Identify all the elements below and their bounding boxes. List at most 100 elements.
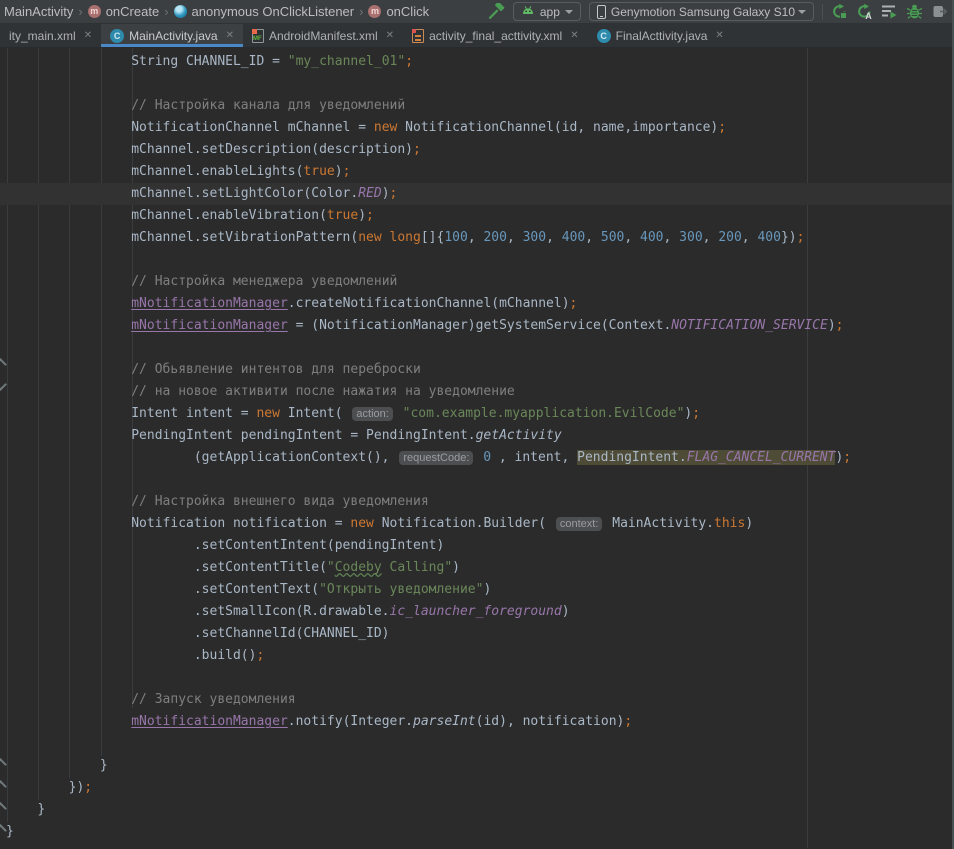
tab-close-icon[interactable]: ✕ [715,30,723,41]
run-config-selector[interactable]: app [513,2,581,21]
param-hint: requestCode: [399,451,473,465]
code-line[interactable] [6,73,952,95]
android-studio-window: MainActivity›monCreate›anonymous OnClick… [0,0,954,849]
code-line[interactable]: NotificationChannel mChannel = new Notif… [6,117,952,139]
code-line[interactable]: // Настройка внешнего вида уведомления [6,491,952,513]
code-line[interactable]: String CHANNEL_ID = "my_channel_01"; [6,51,952,73]
tab-activity_final_acttivity.xml[interactable]: activity_final_acttivity.xml✕ [403,24,588,47]
tab-MainActivity.java[interactable]: CMainActivity.java✕ [101,24,243,47]
code-line[interactable]: .build(); [6,645,952,667]
code-line[interactable]: mChannel.enableVibration(true); [6,205,952,227]
code-token: " [327,560,335,575]
code-line[interactable]: }); [6,777,952,799]
breadcrumb-label: MainActivity [4,4,73,19]
code-line[interactable]: .setSmallIcon(R.drawable.ic_launcher_for… [6,601,952,623]
code-token: ; [836,318,844,333]
breadcrumb-item[interactable]: m onClick [366,4,431,19]
tab-AndroidManifest.xml[interactable]: MFAndroidManifest.xml✕ [243,24,403,47]
code-line[interactable]: // Обьявление интентов для переброски [6,359,952,381]
attach-debugger-icon[interactable] [931,3,948,20]
android-head-icon [521,4,535,19]
code-line[interactable]: } [6,755,952,777]
code-line[interactable]: // Настройка менеджера уведомлений [6,271,952,293]
code-line[interactable]: // Запуск уведомления [6,689,952,711]
code-line[interactable]: .setContentText("Открыть уведомление") [6,579,952,601]
apply-changes-icon[interactable] [831,3,848,20]
code-line[interactable] [6,337,952,359]
code-line[interactable]: PendingIntent pendingIntent = PendingInt… [6,425,952,447]
code-token: "my_channel_01" [288,54,405,69]
code-token: ) [335,164,343,179]
code-line[interactable] [6,733,952,755]
breadcrumb-item[interactable]: MainActivity [2,4,75,19]
code-line[interactable]: } [6,821,952,843]
tab-FinalActtivity.java[interactable]: CFinalActtivity.java✕ [588,24,733,47]
profiler-icon[interactable] [881,3,898,20]
code-token: this [714,516,745,531]
code-line[interactable] [6,249,952,271]
code-line[interactable]: Intent intent = new Intent( action: "com… [6,403,952,425]
code-token: ; [405,54,413,69]
code-line[interactable] [6,667,952,689]
code-line[interactable]: } [6,799,952,821]
tab-close-icon[interactable]: ✕ [226,30,234,41]
code-editor[interactable]: String CHANNEL_ID = "my_channel_01"; // … [0,48,952,848]
code-token: ; [797,230,805,245]
debug-icon[interactable] [906,3,923,20]
code-line[interactable]: mChannel.setDescription(description); [6,139,952,161]
code-token: // Настройка менеджера уведомлений [131,274,397,289]
code-token: }) [781,230,797,245]
code-token: FLAG_CANCEL_CURRENT [687,450,836,465]
tab-close-icon[interactable]: ✕ [570,30,578,41]
breadcrumb-item[interactable]: anonymous OnClickListener [172,4,357,19]
code-token: PendingIntent. [577,450,687,465]
apply-code-changes-icon[interactable]: A [856,3,873,20]
breadcrumb-label: onClick [386,4,429,19]
code-token: , [664,230,680,245]
code-token: , [585,230,601,245]
tab-close-icon[interactable]: ✕ [84,30,92,41]
code-token: mNotificationManager [131,318,288,333]
code-line[interactable]: mChannel.setLightColor(Color.RED); [0,183,952,205]
code-token: ) [828,318,836,333]
java-class-icon: C [110,29,124,43]
code-line[interactable]: .setChannelId(CHANNEL_ID) [6,623,952,645]
code-line[interactable]: mNotificationManager.createNotificationC… [6,293,952,315]
code-line[interactable]: mChannel.enableLights(true); [6,161,952,183]
code-line[interactable]: .setContentIntent(pendingIntent) [6,535,952,557]
code-line[interactable]: Notification notification = new Notifica… [6,513,952,535]
code-line[interactable]: // Настройка канала для уведомлений [6,95,952,117]
code-line[interactable]: mChannel.setVibrationPattern(new long[]{… [6,227,952,249]
code-token: new [358,230,381,245]
code-token: ) [382,186,390,201]
code-token: }) [69,780,85,795]
code-token: , [624,230,640,245]
code-token: mChannel.enableVibration( [131,208,327,223]
build-hammer-icon[interactable] [488,3,505,20]
device-selector[interactable]: Genymotion Samsung Galaxy S10 [589,2,814,21]
code-token: // на новое активити после нажатия на ув… [131,384,515,399]
code-token: 400 [640,230,663,245]
code-token: parseInt [413,714,476,729]
code-line[interactable]: // на новое активити после нажатия на ув… [6,381,952,403]
code-token: .setSmallIcon(R.drawable. [194,604,390,619]
code-line[interactable]: mNotificationManager = (NotificationMana… [6,315,952,337]
method-icon: m [368,5,381,18]
tab-close-icon[interactable]: ✕ [386,30,394,41]
code-token: ic_launcher_foreground [390,604,562,619]
code-token: // Настройка внешнего вида уведомления [131,494,428,509]
breadcrumb-item[interactable]: monCreate [86,4,161,19]
tab-ity_main.xml[interactable]: ity_main.xml✕ [0,24,101,47]
code-token: PendingIntent pendingIntent = PendingInt… [131,428,475,443]
code-line[interactable]: .setContentTitle("Codeby Calling") [6,557,952,579]
code-token: , [507,230,523,245]
code-token: true [303,164,334,179]
method-icon: m [88,5,101,18]
code-token: Notification notification = [131,516,350,531]
code-line[interactable] [6,469,952,491]
breadcrumb-bar: MainActivity›monCreate›anonymous OnClick… [0,0,952,24]
code-line[interactable]: (getApplicationContext(), requestCode: 0… [6,447,952,469]
tab-label: AndroidManifest.xml [269,29,378,43]
code-area[interactable]: String CHANNEL_ID = "my_channel_01"; // … [6,51,952,843]
code-line[interactable]: mNotificationManager.notify(Integer.pars… [6,711,952,733]
